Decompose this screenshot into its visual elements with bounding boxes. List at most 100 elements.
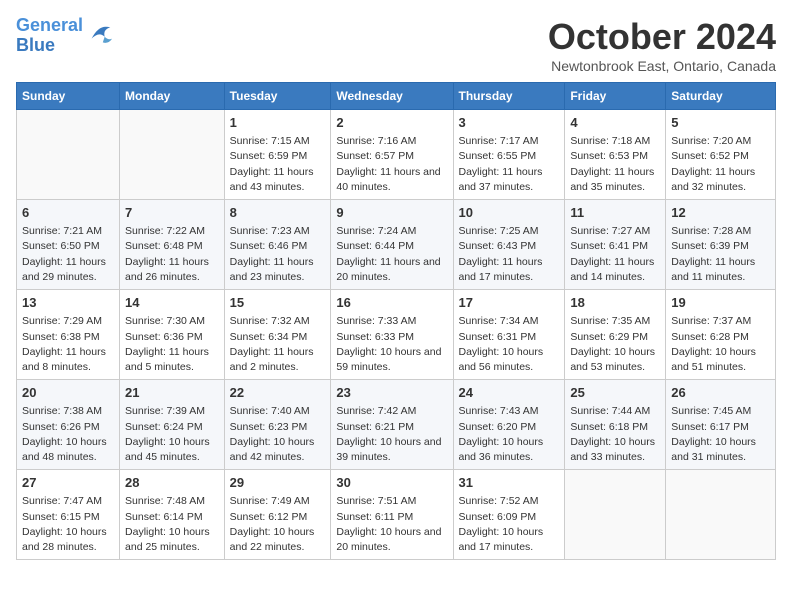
day-number: 16: [336, 294, 447, 312]
calendar-day-cell: 22 Sunrise: 7:40 AM Sunset: 6:23 PM Dayli…: [224, 380, 331, 470]
calendar-week-row: 20 Sunrise: 7:38 AM Sunset: 6:26 PM Dayli…: [17, 380, 776, 470]
day-number: 27: [22, 474, 114, 492]
calendar-day-cell: 12 Sunrise: 7:28 AM Sunset: 6:39 PM Dayli…: [666, 200, 776, 290]
day-number: 29: [230, 474, 326, 492]
day-number: 15: [230, 294, 326, 312]
calendar-body: 1 Sunrise: 7:15 AM Sunset: 6:59 PM Daylig…: [17, 110, 776, 560]
day-info: Sunrise: 7:45 AM Sunset: 6:17 PM Dayligh…: [671, 404, 770, 465]
day-number: 17: [459, 294, 560, 312]
day-info: Sunrise: 7:49 AM Sunset: 6:12 PM Dayligh…: [230, 494, 326, 555]
day-number: 31: [459, 474, 560, 492]
calendar-day-cell: 17 Sunrise: 7:34 AM Sunset: 6:31 PM Dayli…: [453, 290, 565, 380]
weekday-header-cell: Friday: [565, 83, 666, 110]
day-info: Sunrise: 7:42 AM Sunset: 6:21 PM Dayligh…: [336, 404, 447, 465]
day-number: 10: [459, 204, 560, 222]
day-number: 25: [570, 384, 660, 402]
day-number: 23: [336, 384, 447, 402]
page-header: GeneralBlue October 2024 Newtonbrook Eas…: [16, 16, 776, 74]
calendar-day-cell: 24 Sunrise: 7:43 AM Sunset: 6:20 PM Dayli…: [453, 380, 565, 470]
day-number: 2: [336, 114, 447, 132]
day-info: Sunrise: 7:24 AM Sunset: 6:44 PM Dayligh…: [336, 224, 447, 285]
day-info: Sunrise: 7:34 AM Sunset: 6:31 PM Dayligh…: [459, 314, 560, 375]
day-info: Sunrise: 7:20 AM Sunset: 6:52 PM Dayligh…: [671, 134, 770, 195]
title-block: October 2024 Newtonbrook East, Ontario, …: [548, 16, 776, 74]
day-info: Sunrise: 7:51 AM Sunset: 6:11 PM Dayligh…: [336, 494, 447, 555]
calendar-day-cell: 11 Sunrise: 7:27 AM Sunset: 6:41 PM Dayli…: [565, 200, 666, 290]
logo: GeneralBlue: [16, 16, 114, 56]
calendar-day-cell: [17, 110, 120, 200]
day-info: Sunrise: 7:32 AM Sunset: 6:34 PM Dayligh…: [230, 314, 326, 375]
day-info: Sunrise: 7:28 AM Sunset: 6:39 PM Dayligh…: [671, 224, 770, 285]
day-number: 11: [570, 204, 660, 222]
calendar-day-cell: 20 Sunrise: 7:38 AM Sunset: 6:26 PM Dayli…: [17, 380, 120, 470]
day-number: 30: [336, 474, 447, 492]
calendar-day-cell: 21 Sunrise: 7:39 AM Sunset: 6:24 PM Dayli…: [120, 380, 225, 470]
day-number: 12: [671, 204, 770, 222]
weekday-header-cell: Wednesday: [331, 83, 453, 110]
day-number: 14: [125, 294, 219, 312]
calendar-day-cell: 4 Sunrise: 7:18 AM Sunset: 6:53 PM Daylig…: [565, 110, 666, 200]
calendar-day-cell: 26 Sunrise: 7:45 AM Sunset: 6:17 PM Dayli…: [666, 380, 776, 470]
weekday-header-row: SundayMondayTuesdayWednesdayThursdayFrid…: [17, 83, 776, 110]
day-info: Sunrise: 7:52 AM Sunset: 6:09 PM Dayligh…: [459, 494, 560, 555]
calendar-day-cell: 2 Sunrise: 7:16 AM Sunset: 6:57 PM Daylig…: [331, 110, 453, 200]
day-number: 22: [230, 384, 326, 402]
day-number: 21: [125, 384, 219, 402]
day-number: 28: [125, 474, 219, 492]
calendar-week-row: 1 Sunrise: 7:15 AM Sunset: 6:59 PM Daylig…: [17, 110, 776, 200]
calendar-week-row: 6Sunrise: 7:21 AM Sunset: 6:50 PM Daylig…: [17, 200, 776, 290]
day-number: 24: [459, 384, 560, 402]
weekday-header-cell: Saturday: [666, 83, 776, 110]
calendar-day-cell: 6Sunrise: 7:21 AM Sunset: 6:50 PM Daylig…: [17, 200, 120, 290]
day-info: Sunrise: 7:40 AM Sunset: 6:23 PM Dayligh…: [230, 404, 326, 465]
month-title: October 2024: [548, 16, 776, 58]
day-number: 13: [22, 294, 114, 312]
day-info: Sunrise: 7:44 AM Sunset: 6:18 PM Dayligh…: [570, 404, 660, 465]
calendar-day-cell: 9 Sunrise: 7:24 AM Sunset: 6:44 PM Daylig…: [331, 200, 453, 290]
day-info: Sunrise: 7:38 AM Sunset: 6:26 PM Dayligh…: [22, 404, 114, 465]
calendar-day-cell: 5 Sunrise: 7:20 AM Sunset: 6:52 PM Daylig…: [666, 110, 776, 200]
calendar-day-cell: 14 Sunrise: 7:30 AM Sunset: 6:36 PM Dayli…: [120, 290, 225, 380]
day-info: Sunrise: 7:18 AM Sunset: 6:53 PM Dayligh…: [570, 134, 660, 195]
calendar-day-cell: 15 Sunrise: 7:32 AM Sunset: 6:34 PM Dayli…: [224, 290, 331, 380]
calendar-week-row: 27 Sunrise: 7:47 AM Sunset: 6:15 PM Dayli…: [17, 470, 776, 560]
calendar-day-cell: 23 Sunrise: 7:42 AM Sunset: 6:21 PM Dayli…: [331, 380, 453, 470]
day-number: 8: [230, 204, 326, 222]
calendar-day-cell: 30 Sunrise: 7:51 AM Sunset: 6:11 PM Dayli…: [331, 470, 453, 560]
calendar-table: SundayMondayTuesdayWednesdayThursdayFrid…: [16, 82, 776, 560]
calendar-day-cell: 3Sunrise: 7:17 AM Sunset: 6:55 PM Daylig…: [453, 110, 565, 200]
day-info: Sunrise: 7:43 AM Sunset: 6:20 PM Dayligh…: [459, 404, 560, 465]
calendar-day-cell: 13Sunrise: 7:29 AM Sunset: 6:38 PM Dayli…: [17, 290, 120, 380]
location: Newtonbrook East, Ontario, Canada: [548, 58, 776, 74]
calendar-day-cell: 16Sunrise: 7:33 AM Sunset: 6:33 PM Dayli…: [331, 290, 453, 380]
day-number: 6: [22, 204, 114, 222]
day-number: 5: [671, 114, 770, 132]
day-info: Sunrise: 7:22 AM Sunset: 6:48 PM Dayligh…: [125, 224, 219, 285]
calendar-day-cell: 25 Sunrise: 7:44 AM Sunset: 6:18 PM Dayli…: [565, 380, 666, 470]
day-number: 26: [671, 384, 770, 402]
day-info: Sunrise: 7:23 AM Sunset: 6:46 PM Dayligh…: [230, 224, 326, 285]
day-info: Sunrise: 7:47 AM Sunset: 6:15 PM Dayligh…: [22, 494, 114, 555]
day-info: Sunrise: 7:27 AM Sunset: 6:41 PM Dayligh…: [570, 224, 660, 285]
day-number: 3: [459, 114, 560, 132]
calendar-day-cell: 28 Sunrise: 7:48 AM Sunset: 6:14 PM Dayli…: [120, 470, 225, 560]
day-info: Sunrise: 7:30 AM Sunset: 6:36 PM Dayligh…: [125, 314, 219, 375]
calendar-day-cell: 1 Sunrise: 7:15 AM Sunset: 6:59 PM Daylig…: [224, 110, 331, 200]
day-info: Sunrise: 7:16 AM Sunset: 6:57 PM Dayligh…: [336, 134, 447, 195]
day-info: Sunrise: 7:48 AM Sunset: 6:14 PM Dayligh…: [125, 494, 219, 555]
calendar-day-cell: 29 Sunrise: 7:49 AM Sunset: 6:12 PM Dayli…: [224, 470, 331, 560]
day-number: 19: [671, 294, 770, 312]
calendar-day-cell: [120, 110, 225, 200]
calendar-day-cell: 8 Sunrise: 7:23 AM Sunset: 6:46 PM Daylig…: [224, 200, 331, 290]
logo-text: GeneralBlue: [16, 16, 83, 56]
day-info: Sunrise: 7:15 AM Sunset: 6:59 PM Dayligh…: [230, 134, 326, 195]
calendar-day-cell: 31 Sunrise: 7:52 AM Sunset: 6:09 PM Dayli…: [453, 470, 565, 560]
day-number: 9: [336, 204, 447, 222]
calendar-week-row: 13Sunrise: 7:29 AM Sunset: 6:38 PM Dayli…: [17, 290, 776, 380]
day-number: 4: [570, 114, 660, 132]
day-number: 20: [22, 384, 114, 402]
calendar-day-cell: 7Sunrise: 7:22 AM Sunset: 6:48 PM Daylig…: [120, 200, 225, 290]
day-info: Sunrise: 7:39 AM Sunset: 6:24 PM Dayligh…: [125, 404, 219, 465]
day-number: 1: [230, 114, 326, 132]
weekday-header-cell: Thursday: [453, 83, 565, 110]
